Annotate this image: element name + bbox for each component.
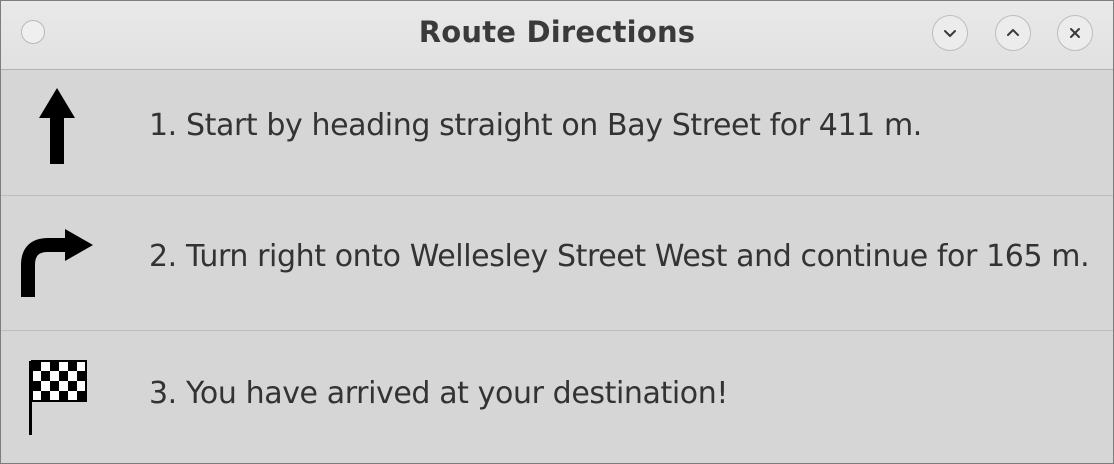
close-button[interactable] <box>1057 15 1093 51</box>
direction-text: 3. You have arrived at your destination! <box>149 376 728 411</box>
maximize-button[interactable] <box>995 15 1031 51</box>
chevron-down-icon <box>944 30 956 37</box>
arrow-up-icon <box>15 86 99 166</box>
chevron-up-icon <box>1007 29 1019 36</box>
minimize-button[interactable] <box>932 15 968 51</box>
direction-row[interactable]: 3. You have arrived at your destination! <box>1 331 1113 463</box>
direction-text: 2. Turn right onto Wellesley Street West… <box>149 239 1090 274</box>
direction-row[interactable]: 2. Turn right onto Wellesley Street West… <box>1 196 1113 330</box>
direction-text: 1. Start by heading straight on Bay Stre… <box>149 108 922 143</box>
route-directions-window: Route Directions 1. Start by heading str… <box>0 0 1114 464</box>
direction-row[interactable]: 1. Start by heading straight on Bay Stre… <box>1 70 1113 195</box>
close-icon <box>1070 28 1080 38</box>
turn-right-icon <box>15 218 99 304</box>
checkered-flag-icon <box>15 349 99 441</box>
title-bar[interactable]: Route Directions <box>1 1 1113 70</box>
